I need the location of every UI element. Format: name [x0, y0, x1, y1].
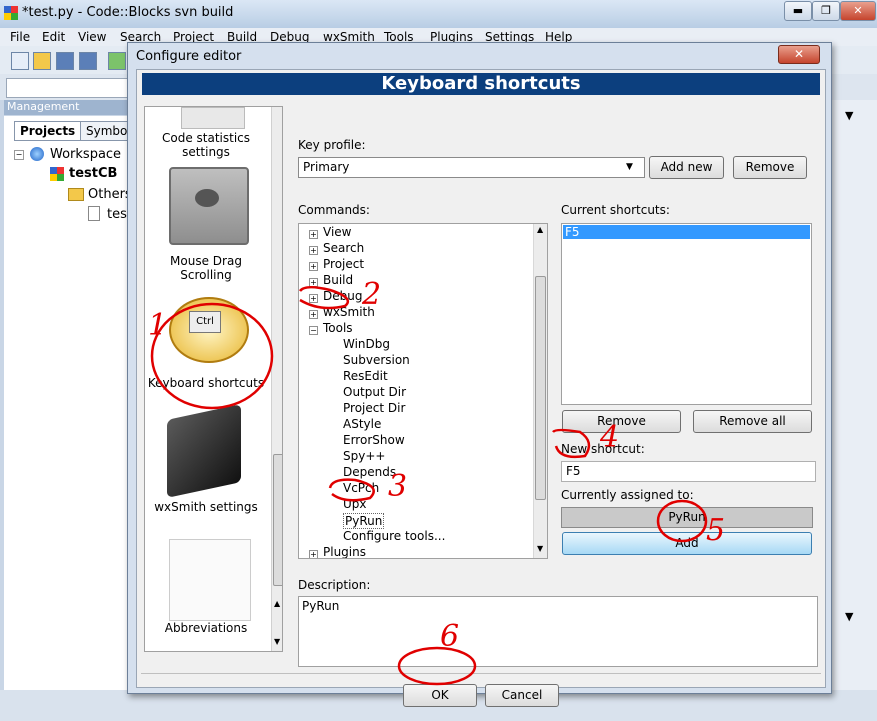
annotation-circle-3	[328, 478, 375, 502]
annotation-circle-4	[552, 428, 591, 459]
annotation-number-3: 3	[388, 469, 407, 504]
annotation-numbers: 1 2 3 4 5 6	[148, 277, 725, 654]
annotation-overlay: 1 2 3 4 5 6	[148, 277, 725, 686]
annotation-circle-2	[298, 286, 350, 310]
annotation-circle-5	[656, 499, 708, 543]
annotation-marks	[150, 286, 708, 686]
annotation-number-2: 2	[361, 277, 381, 312]
annotation-number-1: 1	[148, 308, 167, 343]
annotation-number-5: 5	[706, 513, 725, 548]
annotation-circle-6	[397, 646, 477, 686]
annotation-number-6: 6	[440, 619, 459, 654]
annotation-circle-1	[150, 302, 274, 410]
annotation-number-4: 4	[599, 420, 619, 455]
